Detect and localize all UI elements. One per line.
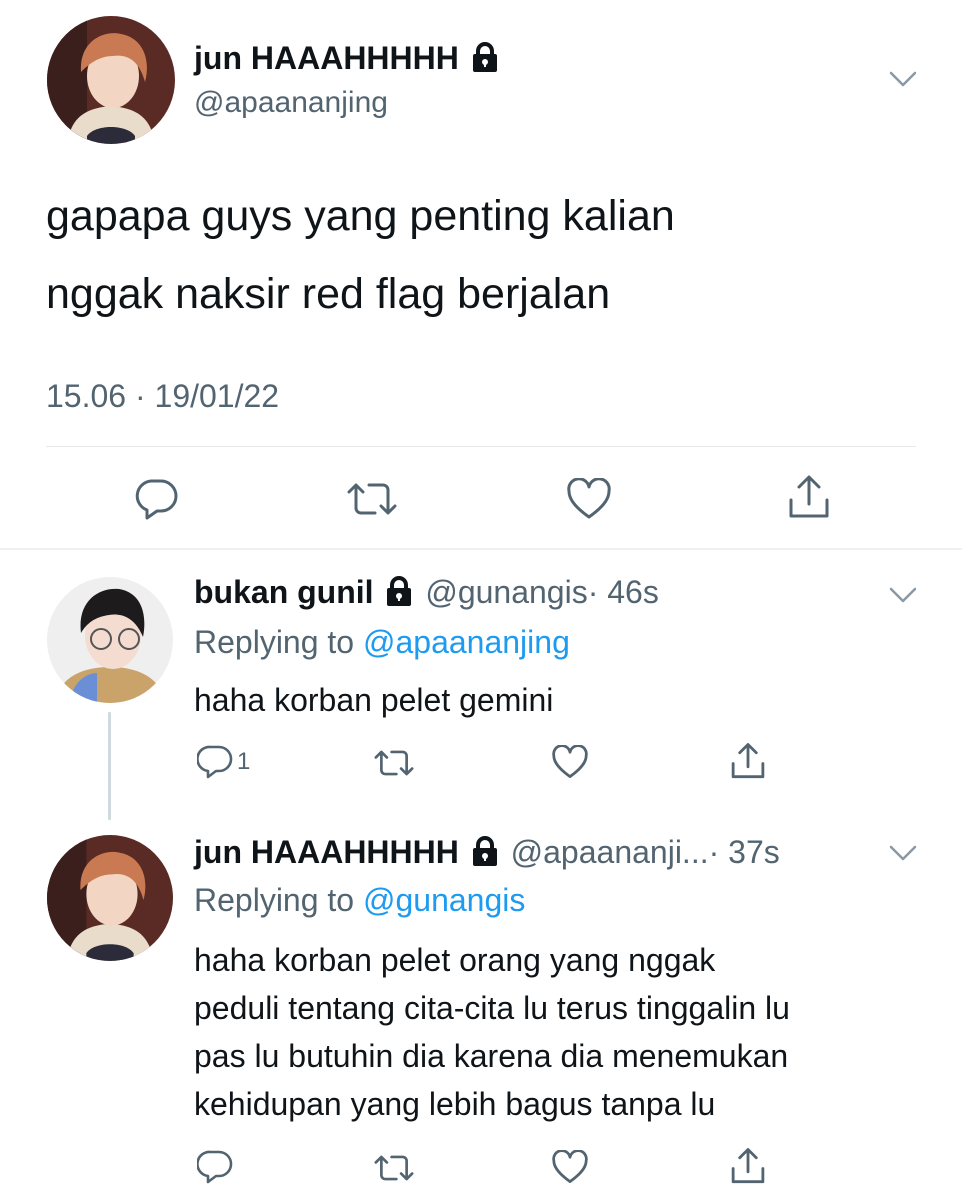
reply-text-line-1: haha korban pelet orang yang nggak [194,942,716,978]
avatar[interactable] [47,16,175,144]
reply-text-line-4: kehidupan yang lebih bagus tanpa lu [194,1086,716,1122]
like-button[interactable] [566,478,612,520]
handle[interactable]: @apaananji... [511,834,709,870]
replying-to-link[interactable]: @gunangis [363,882,525,918]
replying-to-label: Replying to [194,624,355,660]
share-icon [729,742,767,780]
reply-text: haha korban pelet gemini [194,682,554,718]
like-icon [566,478,612,520]
avatar[interactable] [47,835,173,961]
share-icon [786,474,832,520]
display-name[interactable]: bukan gunil [194,574,374,610]
reply-button[interactable]: 1 [197,745,250,779]
reply-icon [197,1150,233,1184]
thread-line [108,712,111,820]
lock-icon [468,835,502,875]
like-button[interactable] [551,1150,589,1184]
handle[interactable]: @gunangis [425,574,587,610]
reply-header: jun HAAAHHHHH @apaananji...· 37s [194,834,780,875]
share-icon [729,1147,767,1185]
chevron-down-icon[interactable] [888,842,918,864]
like-button[interactable] [551,745,589,779]
handle[interactable]: @apaananjing [194,86,388,120]
reply-text-line-3: pas lu butuhin dia karena dia menemukan [194,1038,789,1074]
reply-icon [197,745,233,779]
chevron-down-icon[interactable] [888,68,918,90]
time[interactable]: · 37s [709,834,780,870]
like-icon [551,745,589,779]
divider [46,446,916,447]
share-button[interactable] [729,1147,767,1185]
reply-count: 1 [237,748,251,775]
replying-to: Replying to @gunangis [194,882,525,919]
display-name[interactable]: jun HAAAHHHHH [194,40,502,81]
reply-header: bukan gunil @gunangis· 46s [194,574,659,615]
retweet-icon [345,480,399,518]
time[interactable]: · 46s [588,574,659,610]
retweet-button[interactable] [372,1153,416,1183]
display-name[interactable]: jun HAAAHHHHH [194,834,459,870]
share-button[interactable] [786,474,832,520]
reply-button[interactable] [197,1150,233,1184]
retweet-icon [372,1153,416,1183]
lock-icon [382,575,416,615]
tweet-text-line-1: gapapa guys yang penting kalian [46,192,675,240]
share-button[interactable] [729,742,767,780]
retweet-icon [372,748,416,778]
retweet-button[interactable] [372,748,416,778]
timestamp[interactable]: 15.06 · 19/01/22 [46,378,279,415]
reply-text-line-2: peduli tentang cita-cita lu terus tingga… [194,990,790,1026]
tweet-text-line-2: nggak naksir red flag berjalan [46,270,611,318]
section-separator [0,548,962,550]
replying-to: Replying to @apaananjing [194,624,570,661]
avatar[interactable] [47,577,173,703]
reply-button[interactable] [133,478,179,520]
reply-icon [133,478,179,520]
display-name-text[interactable]: jun HAAAHHHHH [194,40,459,76]
like-icon [551,1150,589,1184]
lock-icon [468,41,502,81]
replying-to-link[interactable]: @apaananjing [363,624,570,660]
chevron-down-icon[interactable] [888,584,918,606]
replying-to-label: Replying to [194,882,355,918]
retweet-button[interactable] [345,480,399,518]
